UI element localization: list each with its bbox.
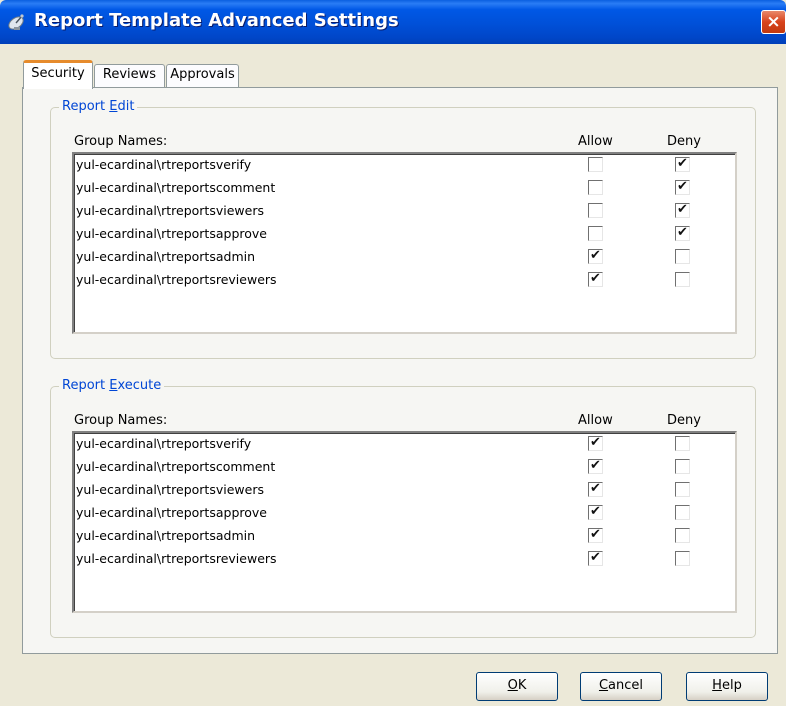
report-edit-group-names-header: Group Names: bbox=[74, 134, 168, 149]
tab-reviews-label: Reviews bbox=[102, 67, 157, 82]
deny-checkbox[interactable] bbox=[675, 528, 690, 543]
deny-checkbox[interactable] bbox=[675, 156, 690, 172]
deny-checkbox[interactable] bbox=[675, 249, 690, 264]
list-item[interactable]: yul-ecardinal\rtreportsapprove bbox=[74, 502, 735, 525]
list-item[interactable]: yul-ecardinal\rtreportscomment bbox=[74, 177, 735, 200]
deny-checkbox[interactable] bbox=[675, 202, 690, 218]
group-name: yul-ecardinal\rtreportsreviewers bbox=[76, 272, 277, 287]
deny-checkbox[interactable] bbox=[675, 505, 690, 520]
cancel-button[interactable]: Cancel bbox=[580, 672, 662, 701]
group-name: yul-ecardinal\rtreportsadmin bbox=[76, 249, 256, 264]
allow-checkbox[interactable] bbox=[588, 203, 603, 218]
satellite-dish-icon bbox=[8, 14, 24, 30]
deny-checkbox[interactable] bbox=[675, 225, 690, 241]
list-item[interactable]: yul-ecardinal\rtreportsreviewers bbox=[74, 548, 735, 571]
allow-checkbox[interactable] bbox=[588, 226, 603, 241]
allow-checkbox[interactable] bbox=[588, 271, 603, 287]
ok-button[interactable]: OK bbox=[476, 672, 558, 701]
allow-checkbox[interactable] bbox=[588, 527, 603, 543]
allow-checkbox[interactable] bbox=[588, 504, 603, 520]
allow-checkbox[interactable] bbox=[588, 248, 603, 264]
list-item[interactable]: yul-ecardinal\rtreportsadmin bbox=[74, 246, 735, 269]
report-edit-legend: Report Edit bbox=[59, 99, 138, 115]
allow-checkbox[interactable] bbox=[588, 458, 603, 474]
group-name: yul-ecardinal\rtreportsreviewers bbox=[76, 551, 277, 566]
window-title: Report Template Advanced Settings bbox=[34, 10, 399, 31]
report-execute-group-names-header: Group Names: bbox=[74, 413, 168, 428]
deny-checkbox[interactable] bbox=[675, 482, 690, 497]
list-item[interactable]: yul-ecardinal\rtreportsverify bbox=[74, 433, 735, 456]
group-name: yul-ecardinal\rtreportsverify bbox=[76, 157, 252, 172]
tab-reviews[interactable]: Reviews bbox=[94, 64, 165, 88]
group-name: yul-ecardinal\rtreportsviewers bbox=[76, 482, 264, 497]
tab-approvals[interactable]: Approvals bbox=[166, 64, 239, 88]
group-name: yul-ecardinal\rtreportsapprove bbox=[76, 226, 267, 241]
group-name: yul-ecardinal\rtreportsapprove bbox=[76, 505, 267, 520]
deny-checkbox[interactable] bbox=[675, 459, 690, 474]
close-button[interactable]: × bbox=[761, 10, 786, 34]
group-name: yul-ecardinal\rtreportscomment bbox=[76, 180, 276, 195]
list-item[interactable]: yul-ecardinal\rtreportsreviewers bbox=[74, 269, 735, 292]
report-execute-group: Report Execute Group Names: Allow Deny y… bbox=[50, 378, 756, 638]
report-execute-list[interactable]: yul-ecardinal\rtreportsverify yul-ecardi… bbox=[72, 431, 737, 613]
group-name: yul-ecardinal\rtreportsadmin bbox=[76, 528, 256, 543]
allow-checkbox[interactable] bbox=[588, 180, 603, 195]
list-item[interactable]: yul-ecardinal\rtreportsverify bbox=[74, 154, 735, 177]
deny-checkbox[interactable] bbox=[675, 551, 690, 566]
group-name: yul-ecardinal\rtreportscomment bbox=[76, 459, 276, 474]
group-name: yul-ecardinal\rtreportsverify bbox=[76, 436, 252, 451]
list-item[interactable]: yul-ecardinal\rtreportsadmin bbox=[74, 525, 735, 548]
deny-checkbox[interactable] bbox=[675, 272, 690, 287]
dialog-window: Report Template Advanced Settings × Secu… bbox=[0, 0, 786, 706]
tab-approvals-label: Approvals bbox=[170, 67, 235, 82]
close-icon: × bbox=[766, 12, 781, 32]
report-edit-allow-header: Allow bbox=[578, 134, 613, 149]
group-name: yul-ecardinal\rtreportsviewers bbox=[76, 203, 264, 218]
report-edit-deny-header: Deny bbox=[667, 134, 701, 149]
tab-security[interactable]: Security bbox=[23, 60, 93, 89]
allow-checkbox[interactable] bbox=[588, 435, 603, 451]
title-bar[interactable]: Report Template Advanced Settings × bbox=[0, 0, 786, 44]
report-execute-deny-header: Deny bbox=[667, 413, 701, 428]
report-edit-list[interactable]: yul-ecardinal\rtreportsverify yul-ecardi… bbox=[72, 152, 737, 334]
report-edit-group: Report Edit Group Names: Allow Deny yul-… bbox=[50, 99, 756, 359]
list-item[interactable]: yul-ecardinal\rtreportsviewers bbox=[74, 479, 735, 502]
report-execute-allow-header: Allow bbox=[578, 413, 613, 428]
deny-checkbox[interactable] bbox=[675, 179, 690, 195]
list-item[interactable]: yul-ecardinal\rtreportscomment bbox=[74, 456, 735, 479]
list-item[interactable]: yul-ecardinal\rtreportsviewers bbox=[74, 200, 735, 223]
list-item[interactable]: yul-ecardinal\rtreportsapprove bbox=[74, 223, 735, 246]
deny-checkbox[interactable] bbox=[675, 436, 690, 451]
allow-checkbox[interactable] bbox=[588, 157, 603, 172]
allow-checkbox[interactable] bbox=[588, 550, 603, 566]
tab-security-label: Security bbox=[31, 66, 85, 81]
security-tab-panel: Report Edit Group Names: Allow Deny yul-… bbox=[22, 87, 778, 654]
report-execute-legend: Report Execute bbox=[59, 378, 165, 394]
help-button[interactable]: Help bbox=[686, 672, 768, 701]
allow-checkbox[interactable] bbox=[588, 481, 603, 497]
